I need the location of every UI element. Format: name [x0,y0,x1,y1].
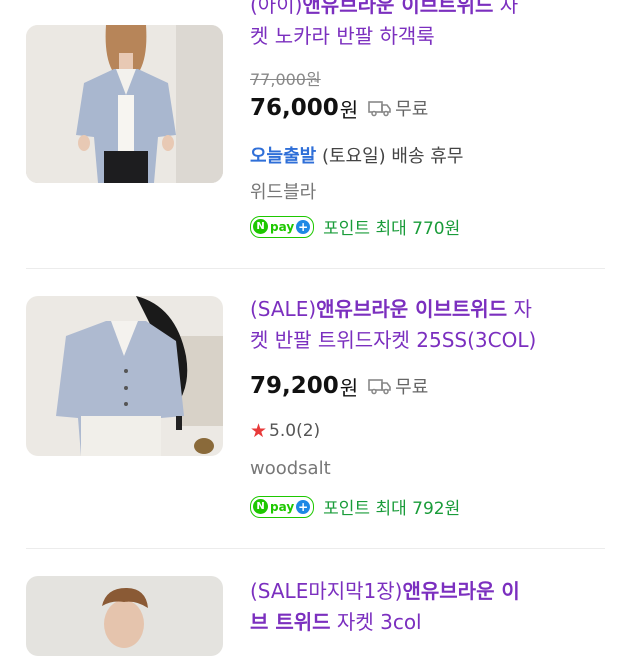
title-line2: 켓 반팔 트위드자켓 25SS(3COL) [250,328,537,352]
product-card-3[interactable]: (SALE마지막1장)앤유브라운 이 브 트위드 자켓 3col [0,550,630,656]
shipping-info: 무료 [368,373,428,399]
points-text: 포인트 최대 770원 [323,219,461,239]
title-tag: (SALE마지막1장) [250,579,403,603]
delivery-text: (토요일) 배송 휴무 [316,146,464,167]
npay-icon: N pay + [250,495,315,518]
product-photo-jacket [26,25,223,183]
product-title-1[interactable]: (아이)앤유브라운 이브트위드 자 켓 노카라 반팔 하객룩 [250,0,620,52]
title-line2: 켓 노카라 반팔 하객룩 [250,24,435,48]
npay-icon: N pay + [250,215,315,238]
delivery-info: 오늘출발 (토요일) 배송 휴무 [250,142,463,168]
currency: 원 [339,375,359,400]
product-photo-jacket [26,576,223,656]
star-icon: ★ [250,420,268,442]
shipping-info: 무료 [368,95,428,121]
store-name[interactable]: 위드블라 [250,178,316,204]
shipping-label: 무료 [395,99,429,120]
truck-icon [368,101,391,117]
product-image-1[interactable] [26,25,223,183]
product-image-3[interactable] [26,576,223,656]
truck-icon [368,379,391,395]
rating[interactable]: ★ 5.0 (2) [250,420,320,442]
product-card-1[interactable]: (아이)앤유브라운 이브트위드 자 켓 노카라 반팔 하객룩 77,000원 7… [0,0,630,270]
product-card-2[interactable]: (SALE)앤유브라운 이브트위드 자 켓 반팔 트위드자켓 25SS(3COL… [0,270,630,550]
shipping-label: 무료 [395,377,429,398]
product-image-2[interactable] [26,296,223,456]
product-title-2[interactable]: (SALE)앤유브라운 이브트위드 자 켓 반팔 트위드자켓 25SS(3COL… [250,294,620,356]
divider [26,548,605,549]
title-tag: (SALE) [250,297,317,321]
sale-price: 79,200 [250,373,339,399]
product-photo-jacket [26,296,223,456]
price-row: 79,200 원 무료 [250,370,428,402]
title-highlight: 앤유브라운 이브트위드 [316,297,508,321]
rating-value: 5.0 [269,421,297,441]
title-tag: (아이) [250,0,303,17]
title-highlight: 앤유브라운 이 [402,579,520,603]
product-title-3[interactable]: (SALE마지막1장)앤유브라운 이 브 트위드 자켓 3col [250,576,620,638]
title-line2-highlight: 브 트위드 [250,610,331,634]
review-count: (2) [296,421,321,441]
sale-price: 76,000 [250,95,339,121]
currency: 원 [339,97,359,122]
npay-points: N pay + 포인트 최대 792원 [250,494,460,519]
title-rest: 자 [493,0,519,17]
store-name[interactable]: woodsalt [250,458,331,479]
title-highlight: 앤유브라운 이브트위드 [302,0,494,17]
original-price: 77,000원 [250,70,321,89]
npay-points: N pay + 포인트 최대 770원 [250,214,460,239]
points-text: 포인트 최대 792원 [323,499,461,519]
today-ship-badge: 오늘출발 [250,146,317,167]
price-row: 76,000 원 무료 [250,92,428,124]
title-line2: 자켓 3col [330,610,422,634]
title-rest: 자 [507,297,532,321]
divider [26,268,605,269]
